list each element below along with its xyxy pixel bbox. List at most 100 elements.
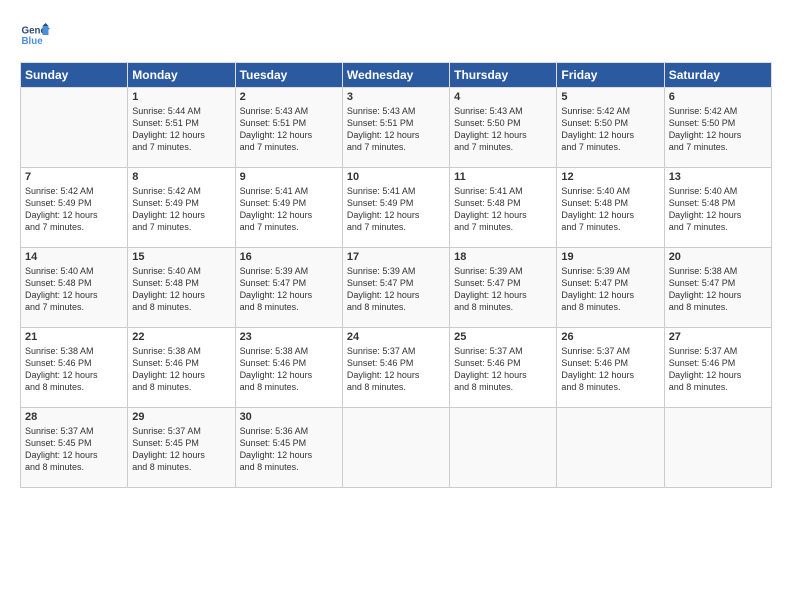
day-info: Sunrise: 5:40 AM Sunset: 5:48 PM Dayligh… — [561, 185, 659, 234]
day-number: 24 — [347, 331, 445, 343]
day-info: Sunrise: 5:39 AM Sunset: 5:47 PM Dayligh… — [561, 265, 659, 314]
day-info: Sunrise: 5:43 AM Sunset: 5:51 PM Dayligh… — [347, 105, 445, 154]
week-row-2: 14 Sunrise: 5:40 AM Sunset: 5:48 PM Dayli… — [21, 248, 772, 328]
week-row-1: 7Sunrise: 5:42 AM Sunset: 5:49 PM Daylig… — [21, 168, 772, 248]
logo-icon: General Blue — [20, 20, 50, 50]
calendar-cell: 28 Sunrise: 5:37 AM Sunset: 5:45 PM Dayli… — [21, 408, 128, 488]
calendar-cell: 3 Sunrise: 5:43 AM Sunset: 5:51 PM Daylig… — [342, 88, 449, 168]
day-info: Sunrise: 5:37 AM Sunset: 5:46 PM Dayligh… — [454, 345, 552, 394]
day-info: Sunrise: 5:42 AM Sunset: 5:49 PM Dayligh… — [25, 185, 123, 234]
day-info: Sunrise: 5:41 AM Sunset: 5:48 PM Dayligh… — [454, 185, 552, 234]
day-number: 29 — [132, 411, 230, 423]
day-number: 25 — [454, 331, 552, 343]
day-info: Sunrise: 5:39 AM Sunset: 5:47 PM Dayligh… — [347, 265, 445, 314]
week-row-4: 28 Sunrise: 5:37 AM Sunset: 5:45 PM Dayli… — [21, 408, 772, 488]
weekday-monday: Monday — [128, 63, 235, 88]
weekday-thursday: Thursday — [450, 63, 557, 88]
calendar-cell: 19 Sunrise: 5:39 AM Sunset: 5:47 PM Dayli… — [557, 248, 664, 328]
day-number: 9 — [240, 171, 338, 183]
day-info: Sunrise: 5:39 AM Sunset: 5:47 PM Dayligh… — [454, 265, 552, 314]
calendar-cell: 9 Sunrise: 5:41 AM Sunset: 5:49 PM Daylig… — [235, 168, 342, 248]
day-info: Sunrise: 5:41 AM Sunset: 5:49 PM Dayligh… — [347, 185, 445, 234]
calendar-cell — [342, 408, 449, 488]
week-row-0: 1 Sunrise: 5:44 AM Sunset: 5:51 PM Daylig… — [21, 88, 772, 168]
day-info: Sunrise: 5:41 AM Sunset: 5:49 PM Dayligh… — [240, 185, 338, 234]
calendar-cell: 4Sunrise: 5:43 AM Sunset: 5:50 PM Daylig… — [450, 88, 557, 168]
day-info: Sunrise: 5:36 AM Sunset: 5:45 PM Dayligh… — [240, 425, 338, 474]
day-number: 23 — [240, 331, 338, 343]
calendar-cell: 16 Sunrise: 5:39 AM Sunset: 5:47 PM Dayli… — [235, 248, 342, 328]
calendar-cell: 24 Sunrise: 5:37 AM Sunset: 5:46 PM Dayli… — [342, 328, 449, 408]
weekday-friday: Friday — [557, 63, 664, 88]
calendar-cell: 18 Sunrise: 5:39 AM Sunset: 5:47 PM Dayli… — [450, 248, 557, 328]
day-info: Sunrise: 5:40 AM Sunset: 5:48 PM Dayligh… — [132, 265, 230, 314]
calendar-cell: 7Sunrise: 5:42 AM Sunset: 5:49 PM Daylig… — [21, 168, 128, 248]
calendar-cell: 2Sunrise: 5:43 AM Sunset: 5:51 PM Daylig… — [235, 88, 342, 168]
day-info: Sunrise: 5:42 AM Sunset: 5:50 PM Dayligh… — [669, 105, 767, 154]
calendar-cell — [664, 408, 771, 488]
day-number: 18 — [454, 251, 552, 263]
weekday-header-row: SundayMondayTuesdayWednesdayThursdayFrid… — [21, 63, 772, 88]
day-number: 27 — [669, 331, 767, 343]
calendar-cell: 14 Sunrise: 5:40 AM Sunset: 5:48 PM Dayli… — [21, 248, 128, 328]
day-number: 14 — [25, 251, 123, 263]
calendar-cell: 12 Sunrise: 5:40 AM Sunset: 5:48 PM Dayli… — [557, 168, 664, 248]
day-number: 2 — [240, 91, 338, 103]
day-number: 16 — [240, 251, 338, 263]
calendar-cell: 13 Sunrise: 5:40 AM Sunset: 5:48 PM Dayli… — [664, 168, 771, 248]
calendar-cell: 23 Sunrise: 5:38 AM Sunset: 5:46 PM Dayli… — [235, 328, 342, 408]
calendar-cell: 26 Sunrise: 5:37 AM Sunset: 5:46 PM Dayli… — [557, 328, 664, 408]
weekday-wednesday: Wednesday — [342, 63, 449, 88]
calendar-cell: 8 Sunrise: 5:42 AM Sunset: 5:49 PM Daylig… — [128, 168, 235, 248]
day-info: Sunrise: 5:40 AM Sunset: 5:48 PM Dayligh… — [25, 265, 123, 314]
day-number: 13 — [669, 171, 767, 183]
day-info: Sunrise: 5:37 AM Sunset: 5:46 PM Dayligh… — [669, 345, 767, 394]
day-number: 8 — [132, 171, 230, 183]
day-number: 12 — [561, 171, 659, 183]
week-row-3: 21Sunrise: 5:38 AM Sunset: 5:46 PM Dayli… — [21, 328, 772, 408]
day-info: Sunrise: 5:38 AM Sunset: 5:46 PM Dayligh… — [240, 345, 338, 394]
weekday-tuesday: Tuesday — [235, 63, 342, 88]
day-info: Sunrise: 5:42 AM Sunset: 5:49 PM Dayligh… — [132, 185, 230, 234]
day-number: 5 — [561, 91, 659, 103]
calendar-page: General Blue SundayMondayTuesdayWednesda… — [0, 0, 792, 498]
weekday-saturday: Saturday — [664, 63, 771, 88]
calendar-cell — [450, 408, 557, 488]
calendar-cell: 5 Sunrise: 5:42 AM Sunset: 5:50 PM Daylig… — [557, 88, 664, 168]
day-number: 26 — [561, 331, 659, 343]
day-number: 15 — [132, 251, 230, 263]
logo: General Blue — [20, 20, 50, 50]
calendar-cell: 20Sunrise: 5:38 AM Sunset: 5:47 PM Dayli… — [664, 248, 771, 328]
calendar-cell: 29 Sunrise: 5:37 AM Sunset: 5:45 PM Dayli… — [128, 408, 235, 488]
day-info: Sunrise: 5:37 AM Sunset: 5:45 PM Dayligh… — [132, 425, 230, 474]
day-number: 1 — [132, 91, 230, 103]
day-info: Sunrise: 5:38 AM Sunset: 5:47 PM Dayligh… — [669, 265, 767, 314]
day-info: Sunrise: 5:39 AM Sunset: 5:47 PM Dayligh… — [240, 265, 338, 314]
day-info: Sunrise: 5:40 AM Sunset: 5:48 PM Dayligh… — [669, 185, 767, 234]
weekday-sunday: Sunday — [21, 63, 128, 88]
calendar-cell: 27 Sunrise: 5:37 AM Sunset: 5:46 PM Dayli… — [664, 328, 771, 408]
day-info: Sunrise: 5:42 AM Sunset: 5:50 PM Dayligh… — [561, 105, 659, 154]
day-info: Sunrise: 5:37 AM Sunset: 5:46 PM Dayligh… — [347, 345, 445, 394]
calendar-cell: 10Sunrise: 5:41 AM Sunset: 5:49 PM Dayli… — [342, 168, 449, 248]
day-number: 30 — [240, 411, 338, 423]
day-info: Sunrise: 5:37 AM Sunset: 5:46 PM Dayligh… — [561, 345, 659, 394]
calendar-cell: 6Sunrise: 5:42 AM Sunset: 5:50 PM Daylig… — [664, 88, 771, 168]
day-info: Sunrise: 5:37 AM Sunset: 5:45 PM Dayligh… — [25, 425, 123, 474]
day-number: 22 — [132, 331, 230, 343]
calendar-cell: 30 Sunrise: 5:36 AM Sunset: 5:45 PM Dayli… — [235, 408, 342, 488]
calendar-cell: 22 Sunrise: 5:38 AM Sunset: 5:46 PM Dayli… — [128, 328, 235, 408]
calendar-body: 1 Sunrise: 5:44 AM Sunset: 5:51 PM Daylig… — [21, 88, 772, 488]
calendar-cell — [557, 408, 664, 488]
day-info: Sunrise: 5:38 AM Sunset: 5:46 PM Dayligh… — [25, 345, 123, 394]
calendar-cell: 11Sunrise: 5:41 AM Sunset: 5:48 PM Dayli… — [450, 168, 557, 248]
day-info: Sunrise: 5:44 AM Sunset: 5:51 PM Dayligh… — [132, 105, 230, 154]
calendar-cell: 15 Sunrise: 5:40 AM Sunset: 5:48 PM Dayli… — [128, 248, 235, 328]
day-number: 3 — [347, 91, 445, 103]
calendar-cell: 21Sunrise: 5:38 AM Sunset: 5:46 PM Dayli… — [21, 328, 128, 408]
day-number: 4 — [454, 91, 552, 103]
calendar-cell: 17Sunrise: 5:39 AM Sunset: 5:47 PM Dayli… — [342, 248, 449, 328]
day-number: 28 — [25, 411, 123, 423]
day-number: 19 — [561, 251, 659, 263]
day-info: Sunrise: 5:38 AM Sunset: 5:46 PM Dayligh… — [132, 345, 230, 394]
